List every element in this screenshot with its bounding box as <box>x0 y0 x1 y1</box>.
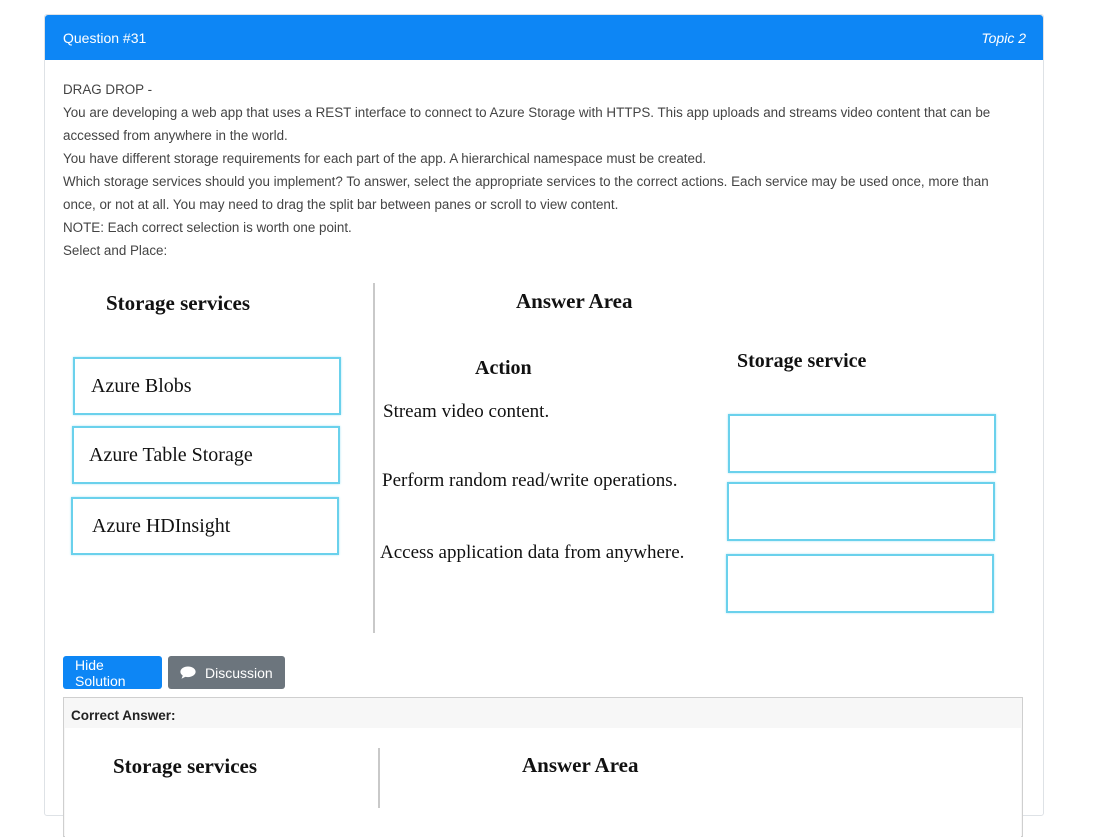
correct-answer-figure: Storage services Answer Area <box>65 728 1021 838</box>
select-and-place-label: Select and Place: <box>63 243 168 258</box>
correct-answer-label: Correct Answer: <box>71 708 176 723</box>
question-card: Question #31 Topic 2 DRAG DROP - You are… <box>44 14 1044 838</box>
discussion-label: Discussion <box>205 664 273 681</box>
question-header: Question #31 Topic 2 <box>45 15 1043 60</box>
action-stream-video: Stream video content. <box>383 401 550 422</box>
topic-label: Topic 2 <box>981 29 1026 46</box>
drag-drop-figure: Storage services Azure Blobs Azure Table… <box>45 281 1043 641</box>
drop-target-stream-video[interactable] <box>728 414 996 473</box>
question-text: DRAG DROP - You are developing a web app… <box>63 78 1023 262</box>
split-bar[interactable] <box>373 283 375 633</box>
answer-split-bar <box>378 748 380 808</box>
answer-area-title: Answer Area <box>522 753 639 777</box>
question-paragraph: You are developing a web app that uses a… <box>63 105 991 143</box>
question-paragraph: Which storage services should you implem… <box>63 174 989 212</box>
answer-area-title: Answer Area <box>516 289 633 313</box>
storage-services-title: Storage services <box>106 291 251 315</box>
action-access-app-data: Access application data from anywhere. <box>380 542 685 563</box>
service-option-azure-hdinsight[interactable]: Azure HDInsight <box>71 497 339 555</box>
discussion-button[interactable]: Discussion <box>168 656 285 689</box>
hide-solution-label: Hide Solution <box>75 656 126 689</box>
question-note: NOTE: Each correct selection is worth on… <box>63 220 352 235</box>
drop-target-random-read-write[interactable] <box>727 482 995 541</box>
hide-solution-button[interactable]: Hide Solution <box>63 656 162 689</box>
service-option-azure-blobs[interactable]: Azure Blobs <box>73 357 341 415</box>
question-type: DRAG DROP - <box>63 82 153 97</box>
answer-storage-services-title: Storage services <box>113 754 258 778</box>
service-label: Azure Table Storage <box>89 443 253 466</box>
drop-target-access-app-data[interactable] <box>726 554 994 613</box>
comment-icon <box>180 666 196 679</box>
service-label: Azure Blobs <box>91 374 192 397</box>
correct-answer-panel: Correct Answer: Storage services Answer … <box>63 697 1023 838</box>
service-label: Azure HDInsight <box>92 514 231 537</box>
storage-service-column-header: Storage service <box>737 350 867 372</box>
question-number: Question #31 <box>63 29 147 46</box>
action-random-read-write: Perform random read/write operations. <box>382 470 678 491</box>
service-option-azure-table-storage[interactable]: Azure Table Storage <box>72 426 340 484</box>
action-column-header: Action <box>475 357 532 379</box>
question-paragraph: You have different storage requirements … <box>63 151 707 166</box>
